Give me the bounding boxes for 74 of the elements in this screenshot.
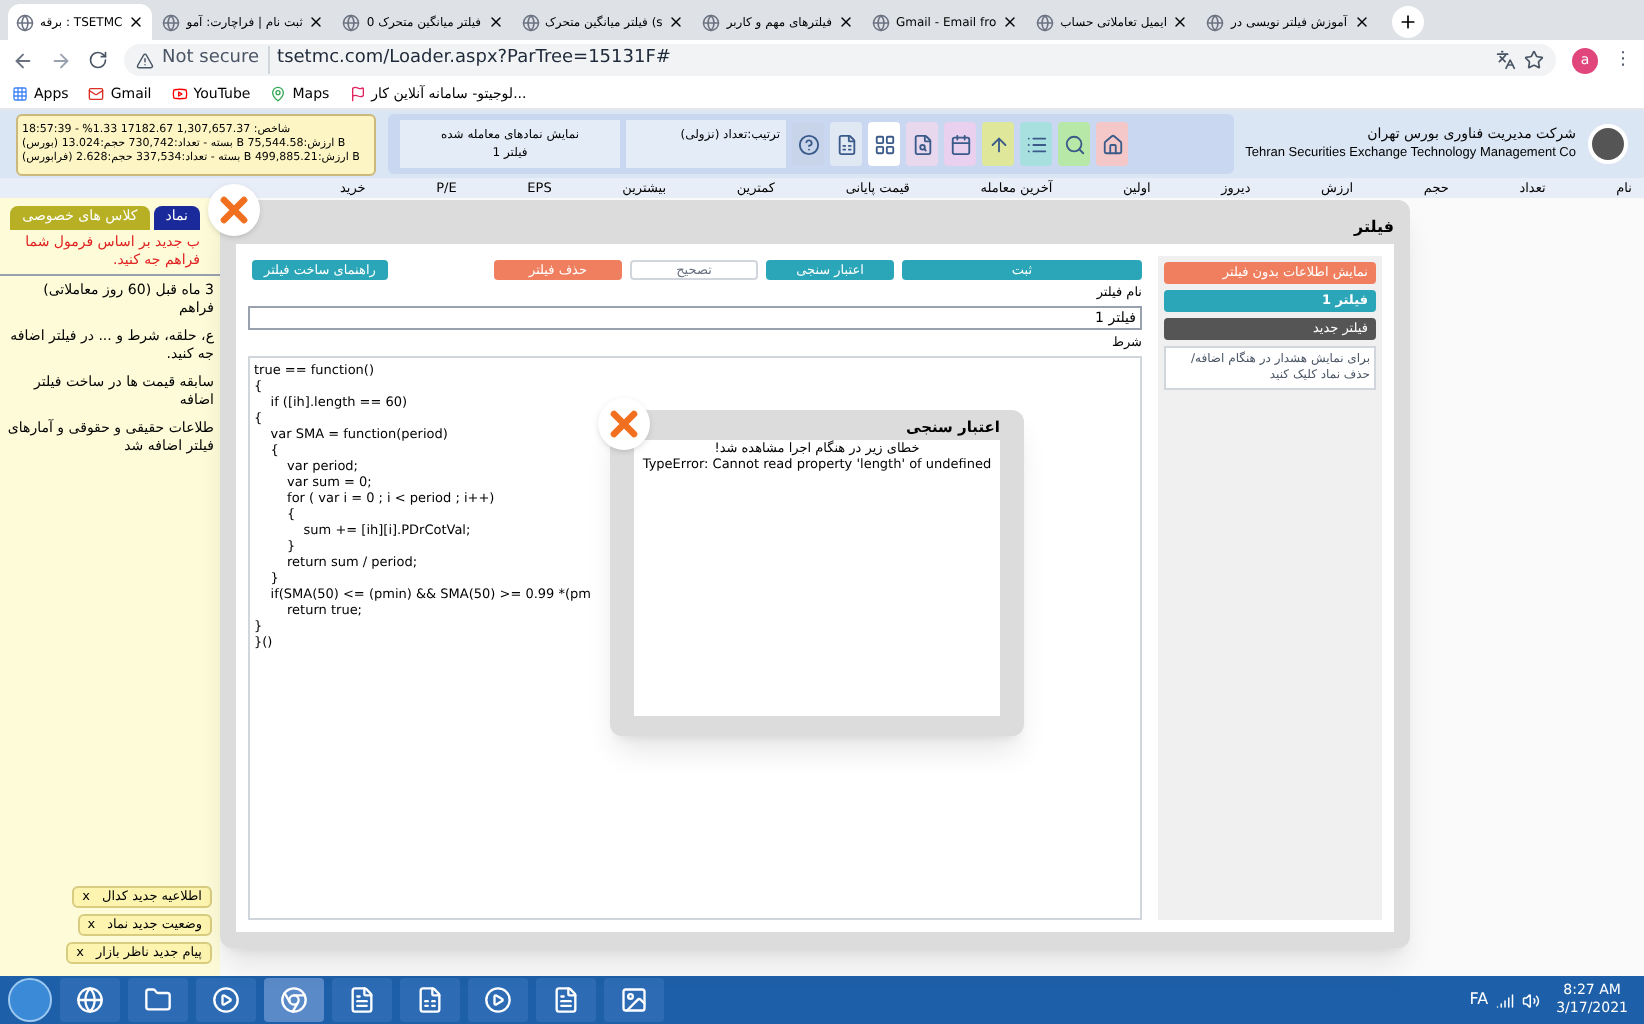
app-icon — [348, 986, 376, 1014]
app-icon — [416, 986, 444, 1014]
app-icon — [144, 986, 172, 1014]
app-icon — [620, 986, 648, 1014]
close-icon[interactable] — [128, 14, 145, 30]
close-icon[interactable] — [837, 14, 854, 30]
back-icon[interactable] — [12, 49, 34, 71]
site-icon — [1206, 13, 1225, 31]
site-icon — [871, 13, 890, 31]
menu-icon[interactable]: ⋮ — [1614, 51, 1632, 69]
taskbar-app[interactable] — [536, 978, 596, 1022]
bookmark-icon — [171, 86, 188, 102]
toolbar-icon — [797, 133, 819, 155]
toolbar-button[interactable] — [1020, 122, 1052, 166]
warning-icon — [136, 51, 154, 69]
app-icon — [484, 986, 512, 1014]
start-button[interactable] — [8, 978, 52, 1022]
toolbar-icon — [873, 133, 895, 155]
toolbar-button[interactable] — [1058, 122, 1090, 166]
url-text: tsetmc.com/Loader.aspx?ParTree=15131F# — [267, 46, 671, 74]
taskbar-app[interactable] — [128, 978, 188, 1022]
taskbar-app[interactable] — [332, 978, 392, 1022]
toolbar-button[interactable] — [906, 122, 938, 166]
app-icon — [280, 986, 308, 1014]
toolbar-button[interactable] — [982, 122, 1014, 166]
toolbar-button[interactable] — [830, 122, 862, 166]
bookmark-icon — [88, 86, 105, 102]
taskbar-app[interactable] — [196, 978, 256, 1022]
site-icon — [16, 13, 34, 31]
site-icon — [521, 13, 540, 31]
toolbar-icon — [1101, 133, 1123, 155]
toolbar-icon — [987, 133, 1009, 155]
taskbar-app[interactable] — [468, 978, 528, 1022]
volume-icon[interactable] — [1522, 991, 1541, 1009]
app-icon — [212, 986, 240, 1014]
bookmark-icon — [270, 86, 287, 102]
app-icon — [552, 986, 580, 1014]
language-indicator[interactable]: FA — [1469, 988, 1489, 1012]
close-icon[interactable] — [308, 14, 325, 30]
translate-icon[interactable] — [1496, 50, 1516, 70]
site-icon — [162, 13, 181, 31]
taskbar-app[interactable] — [264, 978, 324, 1022]
toolbar-icon — [911, 133, 933, 155]
security-label: Not secure — [162, 46, 260, 73]
close-icon[interactable] — [487, 14, 504, 30]
site-icon — [342, 13, 361, 31]
logo-icon — [1588, 124, 1628, 164]
toolbar-icon — [949, 133, 971, 155]
address-field[interactable]: Not secure tsetmc.com/Loader.aspx?ParTree=15131F# — [124, 44, 1556, 76]
forward-icon[interactable] — [50, 49, 72, 71]
plus-icon — [1397, 12, 1418, 32]
app-icon — [76, 986, 104, 1014]
new-tab-button[interactable] — [1391, 6, 1424, 38]
toolbar-button[interactable] — [1096, 122, 1128, 166]
dialog-title: فیلتر — [1351, 216, 1394, 240]
taskbar-app[interactable] — [400, 978, 460, 1022]
toolbar-button[interactable] — [868, 122, 900, 166]
star-icon[interactable] — [1524, 50, 1544, 70]
toolbar-button[interactable] — [944, 122, 976, 166]
signal-icon[interactable] — [1496, 991, 1515, 1009]
taskbar-app[interactable] — [604, 978, 664, 1022]
toolbar-icon — [1063, 133, 1085, 155]
site-icon — [702, 13, 721, 31]
taskbar-app[interactable] — [60, 978, 120, 1022]
close-icon[interactable] — [668, 14, 685, 30]
bookmark-icon — [349, 86, 366, 102]
reload-icon[interactable] — [88, 50, 108, 70]
toolbar-button[interactable] — [792, 122, 824, 166]
site-icon — [1036, 13, 1055, 31]
close-icon[interactable] — [1172, 14, 1189, 30]
close-icon[interactable] — [1002, 14, 1019, 30]
toolbar-icon — [835, 133, 857, 155]
bookmark-icon — [12, 86, 28, 102]
close-icon[interactable] — [1353, 14, 1370, 30]
